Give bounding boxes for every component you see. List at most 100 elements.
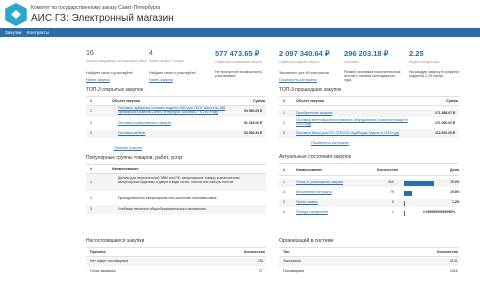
status-count: 5 [392, 200, 394, 204]
kpi-caption: Сумма несостоявшихся закупок [215, 59, 263, 64]
row-number: 3 [283, 131, 285, 135]
col-header: # [283, 99, 285, 103]
col-header: Количество [437, 250, 458, 254]
share-bar [404, 211, 405, 216]
status-link[interactable]: Отказ от размещения закупки [296, 180, 343, 185]
col-header: Тип [283, 250, 290, 254]
col-header: Объект закупки [296, 99, 324, 103]
status-count: 305 [388, 180, 394, 184]
divider [86, 164, 266, 165]
divider [279, 163, 459, 164]
kpi-competition: 2.25 Индекс конкуренции [409, 49, 440, 64]
orgs-title: Организаций в системе [279, 238, 334, 244]
org-count: 3131 [450, 259, 458, 263]
main-navbar: Закупки Контракты [0, 28, 480, 37]
share-bar [404, 201, 405, 206]
nav-purchases[interactable]: Закупки [5, 30, 21, 35]
row-number: 1 [283, 180, 285, 184]
row-number: 2 [90, 121, 92, 125]
nav-contracts[interactable]: Контракты [27, 30, 49, 35]
status-link[interactable]: Победа определена [296, 210, 328, 215]
row-number: 2 [90, 196, 92, 200]
divider [279, 256, 459, 257]
group-name: Детали для персональной ЭВМ или ПК, канц… [118, 176, 240, 184]
group-name: Принадлежности канцелярские или школьные… [118, 196, 217, 200]
row-number: 2 [283, 190, 285, 194]
kpi-text: Не пропустите возможность участвовать! [215, 70, 262, 79]
col-header: Количество [377, 168, 398, 172]
contract-sum: 119 200.00 ₽ [435, 131, 455, 135]
col-header: Объект закупки [112, 99, 140, 103]
row-number: 2 [283, 121, 285, 125]
divider [279, 105, 459, 106]
committee-name: Комитет по государственному заказу Санкт… [31, 5, 161, 11]
failed-title: Несостоявшиеся закупки [86, 238, 145, 244]
contract-link[interactable]: Поставка белья для ГБУ СПб БОУ Щуйбарди … [296, 131, 399, 136]
kpi-value: 2 097 340.64 ₽ [279, 49, 330, 58]
divider [279, 247, 459, 248]
kpi-value: 4 [149, 50, 153, 57]
participate-link[interactable]: Принять участие [114, 146, 142, 150]
status-link[interactable]: Исполнение контракта [296, 190, 332, 195]
kpi-text: Размер экономии накопительным итогом с н… [344, 70, 401, 83]
find-purchases-link[interactable]: Найти закупки [149, 78, 173, 82]
col-header: # [90, 167, 92, 171]
status-count: 79 [390, 190, 394, 194]
row-number: 3 [90, 131, 92, 135]
purchase-link[interactable]: Поставка хозяйственных товаров [118, 121, 171, 126]
purchase-link[interactable]: Поставка гарбарных согласно модели 4049 … [118, 106, 238, 114]
status-share: 1.2% [452, 200, 460, 204]
status-count: 1 [392, 210, 394, 214]
purchase-sum: 94 560.09 ₽ [244, 109, 263, 113]
divider [279, 175, 459, 176]
contract-link[interactable]: Поставка вентиляционного/газового оборуд… [296, 118, 416, 126]
kpi-moderation: 16 Закупок ожидающих на модерации сфер [86, 50, 147, 64]
col-header: Причина [90, 250, 106, 254]
row-number: 4 [283, 210, 285, 214]
view-contracts-link[interactable]: Посмотреть контракты [279, 78, 317, 82]
reason-name: Нет оферт поставщиков [90, 259, 129, 263]
kpi-caption: Экономия [344, 59, 359, 64]
kpi-past-sum: 2 097 340.64 ₽ Сумма прошедших закупок [279, 49, 330, 64]
kpi-caption: Сумма прошедших закупок [279, 59, 320, 64]
divider [86, 96, 266, 97]
divider [279, 96, 459, 97]
kpi-text: Найдите свою и участвуйте! [149, 71, 197, 75]
kpi-caption: Новых офферт сегодня [149, 59, 184, 64]
col-header: Сумма [253, 99, 265, 103]
org-type: Поставщиков [283, 269, 305, 273]
divider [86, 256, 266, 257]
col-header: # [90, 99, 92, 103]
contract-sum: 171 888.07 ₽ [435, 111, 456, 115]
view-contracts-link[interactable]: Посмотреть контракты [311, 141, 349, 145]
status-link[interactable]: Прием заявок [296, 200, 318, 205]
find-purchases-link[interactable]: Найти закупки [86, 78, 110, 82]
top-open-title: ТОП-3 открытых закупок [86, 87, 143, 93]
purchase-link[interactable]: Поставка мебели [118, 131, 145, 136]
col-header: Сумма [446, 99, 458, 103]
purchase-sum: 81 016.00 ₽ [244, 121, 263, 125]
row-number: 1 [283, 111, 285, 115]
contract-link[interactable]: Приобретение аккумов [296, 111, 332, 116]
row-number: 1 [90, 180, 92, 184]
col-header: Доля [450, 168, 460, 172]
status-share: 76.0% [450, 180, 460, 184]
app-header: Комитет по государственному заказу Санкт… [0, 0, 480, 28]
kpi-text: Найдите свою и участвуйте! [86, 71, 134, 75]
kpi-value: 2.25 [409, 49, 424, 58]
popular-groups-title: Популярные группы товаров, работ, услуг [86, 155, 184, 161]
table-row [279, 258, 459, 266]
contract-sum: 171 000.00 ₽ [435, 121, 456, 125]
row-number: 3 [283, 200, 285, 204]
kpi-text: Заключено уже 69 контрактов [279, 71, 329, 75]
app-title: АИС ГЗ: Электронный магазин [31, 13, 174, 24]
share-bar [404, 191, 412, 196]
reason-count: 261 [258, 259, 264, 263]
row-number: 1 [90, 109, 92, 113]
share-bar [404, 181, 434, 186]
kpi-value: 16 [86, 50, 94, 57]
kpi-text: На каждую закупку в среднем подается 2.2… [409, 70, 459, 79]
kpi-caption: Индекс конкуренции [409, 59, 440, 64]
org-count: 2416 [450, 269, 458, 273]
table-row [86, 130, 266, 138]
